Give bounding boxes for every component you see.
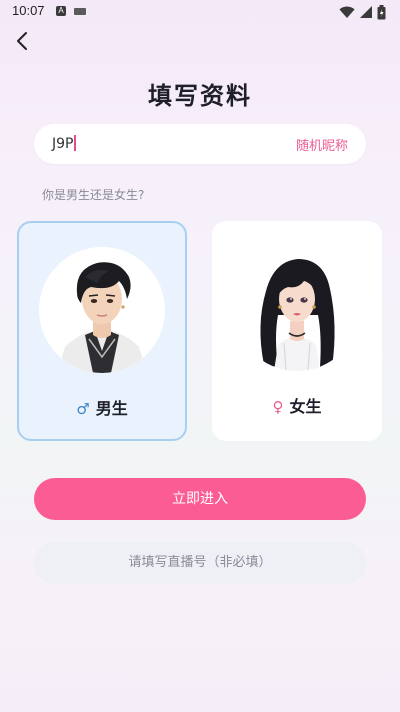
nickname-field[interactable]: J9P 随机昵称	[34, 124, 366, 164]
enter-button[interactable]: 立即进入	[34, 478, 366, 520]
keyboard-icon	[74, 8, 86, 15]
nickname-value: J9P	[52, 136, 74, 152]
page-title: 填写资料	[148, 82, 252, 110]
male-avatar	[39, 247, 165, 373]
chevron-left-icon	[17, 32, 27, 50]
gender-label-male: ♂ 男生	[19, 395, 185, 419]
gender-label-female: ♀ 女生	[212, 393, 382, 417]
battery-icon	[377, 4, 386, 19]
female-avatar	[234, 245, 360, 371]
male-label: 男生	[95, 399, 128, 418]
text-caret	[74, 135, 76, 151]
gender-question: 你是男生还是女生?	[42, 188, 145, 202]
gender-card-male[interactable]: ♂ 男生	[17, 221, 187, 441]
wifi-icon	[339, 6, 355, 18]
notification-a-icon: A	[56, 6, 66, 16]
female-symbol-icon: ♀	[272, 398, 284, 416]
back-button[interactable]	[14, 30, 34, 52]
status-time: 10:07	[12, 3, 45, 18]
female-avatar-illustration	[260, 259, 335, 371]
nickname-input[interactable]: J9P	[52, 135, 76, 152]
status-icons	[339, 4, 386, 20]
gender-card-female[interactable]: ♀ 女生	[212, 221, 382, 441]
status-bar: 10:07 A	[0, 0, 400, 24]
male-avatar-illustration	[57, 262, 147, 373]
signal-icon	[360, 6, 372, 18]
random-nickname-button[interactable]: 随机昵称	[296, 135, 348, 154]
live-number-field[interactable]: 请填写直播号（非必填）	[34, 542, 366, 584]
female-label: 女生	[289, 397, 322, 416]
male-symbol-icon: ♂	[76, 400, 90, 418]
